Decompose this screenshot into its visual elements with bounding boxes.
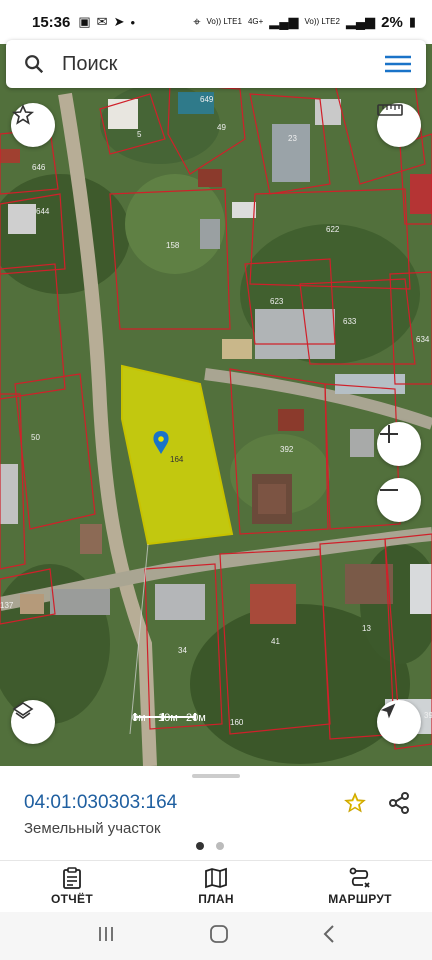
screen: 15:36 ▣ ✉ ➤ • ⌖ Vo)) LTE1 4G+ ▂▄▆ Vo)) L… <box>0 0 432 960</box>
parcel-label: 158 <box>166 241 180 250</box>
map-icon <box>205 867 227 889</box>
battery-icon: ▮ <box>408 14 416 29</box>
page-indicator <box>196 842 224 850</box>
zoom-in-button[interactable] <box>377 422 421 466</box>
status-time: 15:36 <box>32 13 71 31</box>
report-label: ОТЧЁТ <box>51 892 93 906</box>
back-icon[interactable] <box>322 924 336 949</box>
telegram-icon: ➤ <box>113 14 125 29</box>
parcel-label: 137 <box>0 601 14 610</box>
ruler-button[interactable] <box>377 103 421 147</box>
satellite-map[interactable]: 5 49 23 649 646 644 158 622 623 633 634 … <box>0 44 432 766</box>
system-nav-bar <box>0 912 432 960</box>
route-label: МАРШРУТ <box>328 892 392 906</box>
carrier1-label: Vo)) LTE1 <box>206 17 242 26</box>
share-icon[interactable] <box>384 788 414 818</box>
plan-label: ПЛАН <box>198 892 234 906</box>
report-button[interactable]: ОТЧЁТ <box>0 861 144 912</box>
search-bar[interactable]: Поиск <box>6 40 426 88</box>
page-dot <box>216 842 224 850</box>
route-button[interactable]: МАРШРУТ <box>288 861 432 912</box>
parcel-label: 49 <box>217 123 226 132</box>
favorites-button[interactable] <box>11 103 55 147</box>
parcel-label: 623 <box>270 297 284 306</box>
ruler-icon <box>377 104 403 116</box>
battery-percent: 2% <box>381 13 403 31</box>
page-dot-active <box>196 842 204 850</box>
selected-parcel-label: 164 <box>170 455 184 464</box>
clipboard-icon <box>63 867 81 889</box>
layers-button[interactable] <box>11 700 55 744</box>
signal1-icon: ▂▄▆ <box>269 14 299 29</box>
minus-icon <box>380 489 398 491</box>
parcel-label: 39 <box>424 711 432 720</box>
image-notification-icon: ▣ <box>78 14 91 29</box>
home-icon[interactable] <box>209 924 229 949</box>
menu-icon[interactable] <box>370 40 426 88</box>
layers-icon <box>12 702 34 719</box>
map-scale: 0м 10м 20м <box>132 712 206 724</box>
parcel-label: 644 <box>36 207 50 216</box>
star-outline-icon <box>11 103 35 125</box>
network-type: 4G+ <box>247 17 264 26</box>
parcel-label: 646 <box>32 163 46 172</box>
signal2-icon: ▂▄▆ <box>345 14 376 29</box>
system-icons: ⌖ Vo)) LTE1 4G+ ▂▄▆ Vo)) LTE2 ▂▄▆ 2% ▮ <box>193 14 416 31</box>
carrier2-label: Vo)) LTE2 <box>304 17 340 26</box>
zoom-out-button[interactable] <box>377 478 421 522</box>
location-icon: ⌖ <box>193 14 201 29</box>
plus-icon <box>380 425 398 443</box>
search-icon[interactable] <box>6 40 62 88</box>
parcel-label: 622 <box>326 225 340 234</box>
navigation-arrow-icon <box>380 703 396 719</box>
parcel-label: 41 <box>271 637 280 646</box>
action-bar: ОТЧЁТ ПЛАН МАРШРУТ <box>0 860 432 912</box>
scale-bar <box>134 713 196 721</box>
cadastral-number: 04:01:030303:164 <box>24 792 178 813</box>
parcel-label: 634 <box>416 335 430 344</box>
status-bar: 15:36 ▣ ✉ ➤ • ⌖ Vo)) LTE1 4G+ ▂▄▆ Vo)) L… <box>0 0 432 44</box>
favorite-star-icon[interactable] <box>340 788 370 818</box>
plan-button[interactable]: ПЛАН <box>144 861 288 912</box>
parcel-label: 392 <box>280 445 294 454</box>
parcel-label: 160 <box>230 718 244 727</box>
parcel-label: 13 <box>362 624 371 633</box>
parcel-label: 649 <box>200 95 214 104</box>
parcel-label: 50 <box>31 433 40 442</box>
parcel-label: 633 <box>343 317 357 326</box>
object-type: Земельный участок <box>24 820 161 837</box>
search-input[interactable]: Поиск <box>62 53 370 76</box>
sheet-handle[interactable] <box>192 774 240 778</box>
parcel-label: 34 <box>178 646 187 655</box>
notification-icons: ▣ ✉ ➤ • <box>78 14 135 30</box>
my-location-button[interactable] <box>377 700 421 744</box>
message-notification-icon: ✉ <box>96 14 108 29</box>
map-view[interactable]: 5 49 23 649 646 644 158 622 623 633 634 … <box>0 44 432 766</box>
parcel-label: 5 <box>137 130 142 139</box>
recent-apps-icon[interactable] <box>96 925 116 948</box>
route-icon <box>349 867 370 888</box>
object-info-sheet[interactable]: 04:01:030303:164 Земельный участок <box>0 766 432 860</box>
parcel-label: 23 <box>288 134 297 143</box>
more-notifications-icon: • <box>130 14 136 30</box>
